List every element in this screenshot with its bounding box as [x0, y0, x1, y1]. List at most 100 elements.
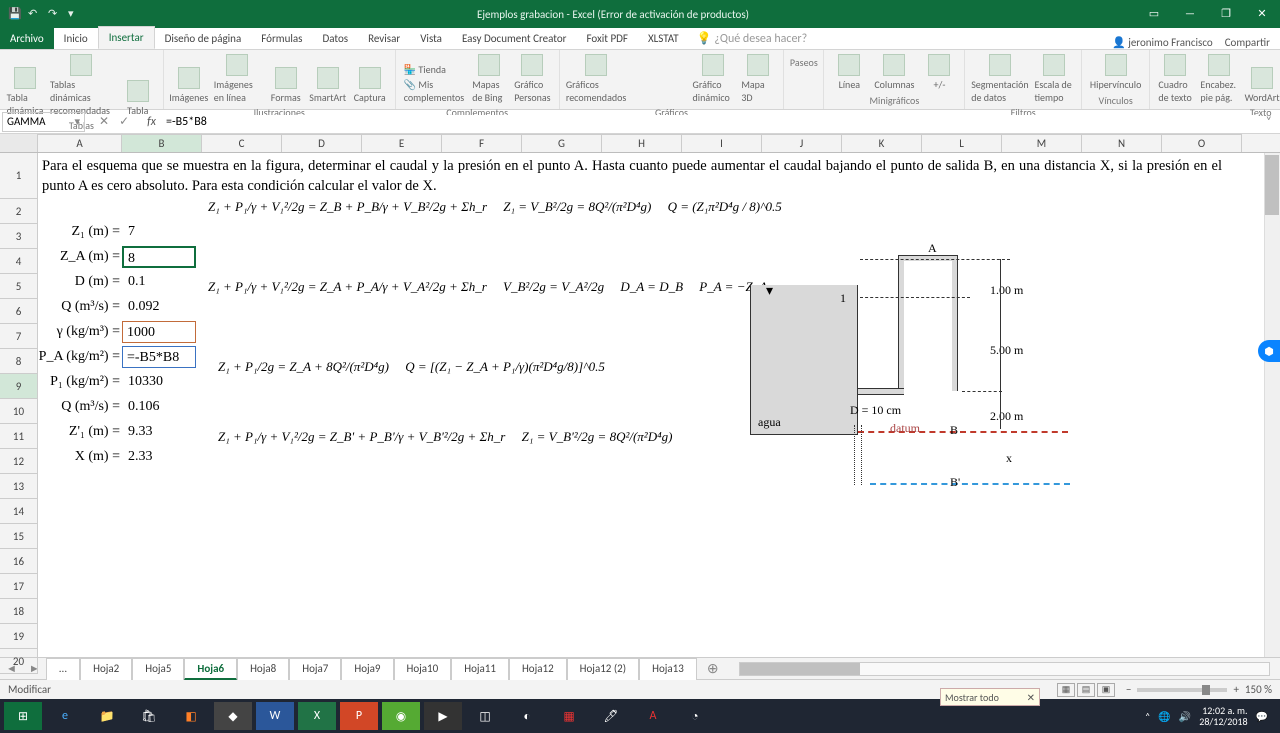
cell-b5[interactable]: 8 [122, 246, 196, 268]
row-header-10[interactable]: 10 [0, 399, 38, 424]
shapes-button[interactable]: Formas [269, 67, 303, 104]
zoom-slider[interactable]: −+ 150 % [1126, 683, 1272, 696]
col-header-N[interactable]: N [1082, 134, 1162, 152]
cell-b7[interactable]: 0.092 [124, 299, 198, 315]
header-footer-button[interactable]: Encabez. pie pág. [1200, 54, 1237, 104]
app6-icon[interactable]: 🖊 [592, 702, 630, 730]
row-header-6[interactable]: 6 [0, 299, 38, 324]
pictures-button[interactable]: Imágenes [172, 67, 206, 104]
ribbon-options-icon[interactable]: ▭ [1136, 0, 1172, 28]
sheet-tab-[interactable]: ... [46, 658, 80, 680]
row-header-1[interactable]: 1 [0, 153, 38, 199]
row-header-11[interactable]: 11 [0, 424, 38, 449]
expand-formula-icon[interactable]: ˅ [1258, 115, 1280, 129]
recommended-charts-button[interactable]: Gráficos recomendados [568, 54, 625, 104]
sheet-tab-hoja12[interactable]: Hoja12 [509, 658, 567, 680]
app2-icon[interactable]: ◆ [214, 702, 252, 730]
cell-b13[interactable]: 2.33 [124, 449, 198, 465]
tab-xlstat[interactable]: XLSTAT [638, 28, 689, 49]
tell-me-search[interactable]: 💡 ¿Qué desea hacer? [697, 31, 808, 46]
col-header-I[interactable]: I [682, 134, 762, 152]
explorer-icon[interactable]: 📁 [88, 702, 126, 730]
row-header-5[interactable]: 5 [0, 274, 38, 299]
col-header-K[interactable]: K [842, 134, 922, 152]
cell-b10[interactable]: 10330 [124, 374, 198, 390]
notification-popup[interactable]: Mostrar todo✕ [940, 688, 1040, 706]
tab-edc[interactable]: Easy Document Creator [452, 28, 577, 49]
col-header-L[interactable]: L [922, 134, 1002, 152]
map-3d-button[interactable]: Mapa 3D [741, 54, 775, 104]
screenshot-button[interactable]: Captura [353, 67, 387, 104]
row-header-15[interactable]: 15 [0, 524, 38, 549]
textbox-button[interactable]: Cuadro de texto [1158, 54, 1192, 104]
recommended-pivot-button[interactable]: Tablas dinámicas recomendadas [50, 54, 113, 117]
select-all-corner[interactable] [0, 134, 38, 152]
cell-b11[interactable]: 0.106 [124, 399, 198, 415]
fx-icon[interactable]: fx [141, 115, 162, 129]
pdf-icon[interactable]: ▦ [550, 702, 588, 730]
hyperlink-button[interactable]: Hipervínculo [1090, 54, 1141, 91]
tab-foxit[interactable]: Foxit PDF [577, 28, 638, 49]
tab-datos[interactable]: Datos [312, 28, 358, 49]
minimize-button[interactable]: — [1172, 0, 1208, 28]
row-header-4[interactable]: 4 [0, 249, 38, 274]
zoom-level[interactable]: 150 % [1245, 683, 1272, 696]
tab-insertar[interactable]: Insertar [98, 26, 155, 49]
cancel-formula-icon[interactable]: ✕ [99, 114, 109, 129]
sparkline-column-button[interactable]: Columnas [874, 54, 914, 91]
app4-icon[interactable]: ▶ [424, 702, 462, 730]
notifications-icon[interactable]: 💬 [1256, 710, 1268, 723]
tab-archivo[interactable]: Archivo [0, 28, 54, 49]
bing-maps-button[interactable]: Mapas de Bing [472, 54, 506, 104]
my-addins-button[interactable]: 📎 Mis complementos [404, 78, 464, 104]
redo-icon[interactable]: ↷ [48, 7, 62, 21]
dropbox-badge-icon[interactable]: ⬢ [1258, 340, 1280, 362]
qat-more-icon[interactable]: ▾ [68, 7, 82, 21]
online-pictures-button[interactable]: Imágenes en línea [214, 54, 261, 104]
wordart-button[interactable]: WordArt [1245, 67, 1279, 104]
sheet-tab-hoja5[interactable]: Hoja5 [132, 658, 184, 680]
row-header-9[interactable]: 9 [0, 374, 38, 399]
col-header-G[interactable]: G [522, 134, 602, 152]
share-button[interactable]: Compartir [1225, 36, 1270, 49]
sheet-tab-hoja8[interactable]: Hoja8 [237, 658, 289, 680]
sparkline-winloss-button[interactable]: +/- [922, 54, 956, 91]
col-header-E[interactable]: E [362, 134, 442, 152]
row-header-16[interactable]: 16 [0, 549, 38, 574]
store-button[interactable]: 🏪 Tienda [404, 63, 464, 76]
edge-icon[interactable]: e [46, 702, 84, 730]
excel-icon[interactable]: X [298, 702, 336, 730]
sheet-tab-hoja6[interactable]: Hoja6 [184, 658, 237, 680]
tab-formulas[interactable]: Fórmulas [251, 28, 312, 49]
vertical-scrollbar[interactable] [1264, 153, 1280, 657]
sheet-tab-hoja10[interactable]: Hoja10 [394, 658, 452, 680]
col-header-C[interactable]: C [202, 134, 282, 152]
smartart-button[interactable]: SmartArt [311, 67, 345, 104]
row-header-2[interactable]: 2 [0, 199, 38, 224]
start-button[interactable]: ⊞ [4, 702, 42, 730]
tray-network-icon[interactable]: 🌐 [1158, 710, 1170, 723]
cell-b6[interactable]: 0.1 [124, 274, 198, 290]
tab-inicio[interactable]: Inicio [54, 28, 98, 49]
chart-type-icon[interactable] [633, 78, 647, 90]
accept-formula-icon[interactable]: ✓ [119, 114, 129, 129]
tab-diseno[interactable]: Diseño de página [155, 28, 252, 49]
col-header-F[interactable]: F [442, 134, 522, 152]
col-header-M[interactable]: M [1002, 134, 1082, 152]
save-icon[interactable]: 💾 [8, 7, 22, 21]
table-button[interactable]: Tabla [121, 80, 155, 117]
sheet-tab-hoja9[interactable]: Hoja9 [341, 658, 393, 680]
slicer-button[interactable]: Segmentación de datos [973, 54, 1026, 104]
col-header-J[interactable]: J [762, 134, 842, 152]
undo-icon[interactable]: ↶ [28, 7, 42, 21]
sparkline-line-button[interactable]: Línea [832, 54, 866, 91]
row-header-14[interactable]: 14 [0, 499, 38, 524]
sheet-tab-hoja13[interactable]: Hoja13 [639, 658, 697, 680]
row-header-3[interactable]: 3 [0, 224, 38, 249]
col-header-O[interactable]: O [1162, 134, 1242, 152]
view-buttons[interactable]: ▦▤▣ [1056, 682, 1116, 697]
col-header-A[interactable]: A [38, 134, 122, 152]
tab-vista[interactable]: Vista [410, 28, 452, 49]
col-header-H[interactable]: H [602, 134, 682, 152]
sheet-tab-hoja2[interactable]: Hoja2 [80, 658, 132, 680]
